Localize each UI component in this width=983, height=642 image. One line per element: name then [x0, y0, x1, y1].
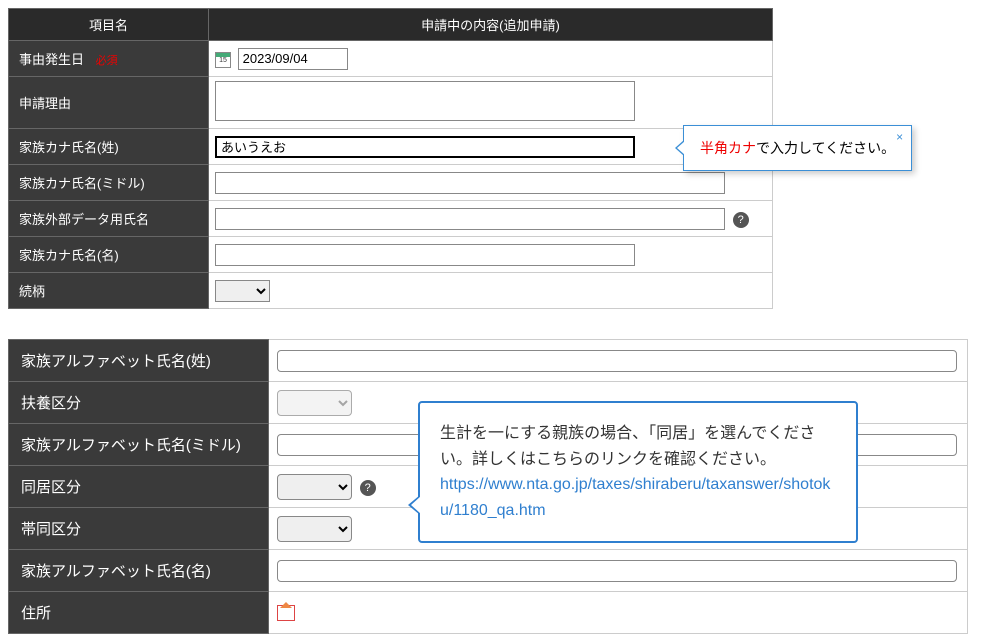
label-kana-mei: 家族カナ氏名(名): [9, 237, 209, 273]
close-icon[interactable]: ×: [896, 130, 903, 144]
event-date-input[interactable]: [238, 48, 348, 70]
label-ext-name: 家族外部データ用氏名: [9, 201, 209, 237]
tooltip-highlight: 半角カナ: [700, 140, 756, 156]
label-alpha-sei: 家族アルファベット氏名(姓): [9, 340, 269, 382]
required-badge: 必須: [96, 55, 118, 67]
kana-sei-input[interactable]: [215, 136, 635, 158]
dokyo-select[interactable]: [277, 474, 352, 500]
reason-textarea[interactable]: [215, 81, 635, 121]
help-icon[interactable]: ?: [360, 480, 376, 496]
application-form-table: 項目名 申請中の内容(追加申請) 事由発生日 必須 申請理由 家族カナ氏名(姓)…: [8, 8, 773, 309]
kana-mid-input[interactable]: [215, 172, 725, 194]
alpha-mei-input[interactable]: [277, 560, 957, 582]
label-address: 住所: [9, 592, 269, 634]
help-tooltip-link[interactable]: https://www.nta.go.jp/taxes/shiraberu/ta…: [440, 476, 830, 519]
tooltip-text: で入力してください。: [756, 140, 895, 156]
header-content: 申請中の内容(追加申請): [209, 9, 773, 41]
header-item-name: 項目名: [9, 9, 209, 41]
label-dokyo: 同居区分: [9, 466, 269, 508]
ext-name-input[interactable]: [215, 208, 725, 230]
alpha-sei-input[interactable]: [277, 350, 957, 372]
label-event-date: 事由発生日 必須: [9, 41, 209, 77]
relation-select[interactable]: [215, 280, 270, 302]
validation-tooltip: × 半角カナで入力してください。: [683, 125, 912, 171]
fuyo-select: [277, 390, 352, 416]
help-icon[interactable]: ?: [733, 212, 749, 228]
label-reason: 申請理由: [9, 77, 209, 129]
home-icon[interactable]: [277, 605, 295, 621]
label-relation: 続柄: [9, 273, 209, 309]
label-alpha-mid: 家族アルファベット氏名(ミドル): [9, 424, 269, 466]
label-fuyo: 扶養区分: [9, 382, 269, 424]
kana-mei-input[interactable]: [215, 244, 635, 266]
help-tooltip-text: 生計を一にする親族の場合、「同居」を選んでください。詳しくはこちらのリンクを確認…: [440, 421, 836, 472]
label-taido: 帯同区分: [9, 508, 269, 550]
label-kana-mid: 家族カナ氏名(ミドル): [9, 165, 209, 201]
taido-select[interactable]: [277, 516, 352, 542]
help-tooltip: 生計を一にする親族の場合、「同居」を選んでください。詳しくはこちらのリンクを確認…: [418, 401, 858, 543]
label-alpha-mei: 家族アルファベット氏名(名): [9, 550, 269, 592]
label-kana-sei: 家族カナ氏名(姓): [9, 129, 209, 165]
calendar-icon[interactable]: [215, 52, 231, 68]
